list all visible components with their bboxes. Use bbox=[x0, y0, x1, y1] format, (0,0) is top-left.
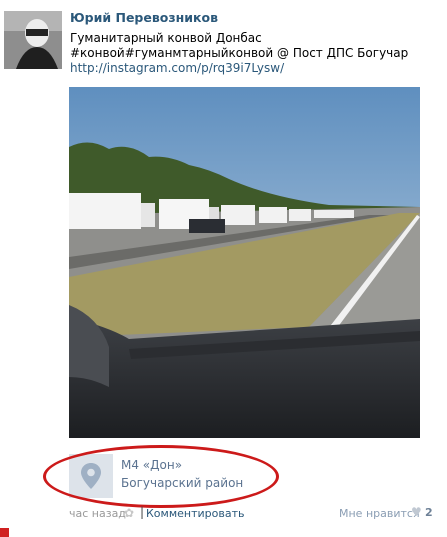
author-avatar[interactable] bbox=[4, 11, 62, 69]
author-name[interactable]: Юрий Перевозников bbox=[70, 10, 218, 25]
repost-icon[interactable]: ✿ bbox=[124, 506, 134, 520]
like-count: 2 bbox=[425, 506, 433, 519]
map-pin-icon bbox=[69, 454, 113, 498]
corner-marker bbox=[0, 528, 9, 537]
post-text-line-1: Гуманитарный конвой Донбас bbox=[70, 31, 262, 45]
heart-icon[interactable]: ♥ bbox=[411, 505, 422, 519]
location-name[interactable]: М4 «Дон» bbox=[121, 458, 182, 472]
location-block[interactable]: М4 «Дон» Богучарский район bbox=[69, 454, 280, 498]
post-text-line-2: #конвой#гуманмтарныйконвой @ Пост ДПС Бо… bbox=[70, 46, 409, 60]
comment-link[interactable]: Комментировать bbox=[146, 507, 244, 520]
post-time[interactable]: час назад bbox=[69, 507, 126, 520]
location-district: Богучарский район bbox=[121, 476, 244, 490]
like-label[interactable]: Мне нравится bbox=[339, 507, 420, 520]
footer-separator: | bbox=[140, 505, 145, 519]
post-link[interactable]: http://instagram.com/p/rq39i7Lysw/ bbox=[70, 61, 284, 75]
post-photo[interactable] bbox=[69, 87, 420, 438]
